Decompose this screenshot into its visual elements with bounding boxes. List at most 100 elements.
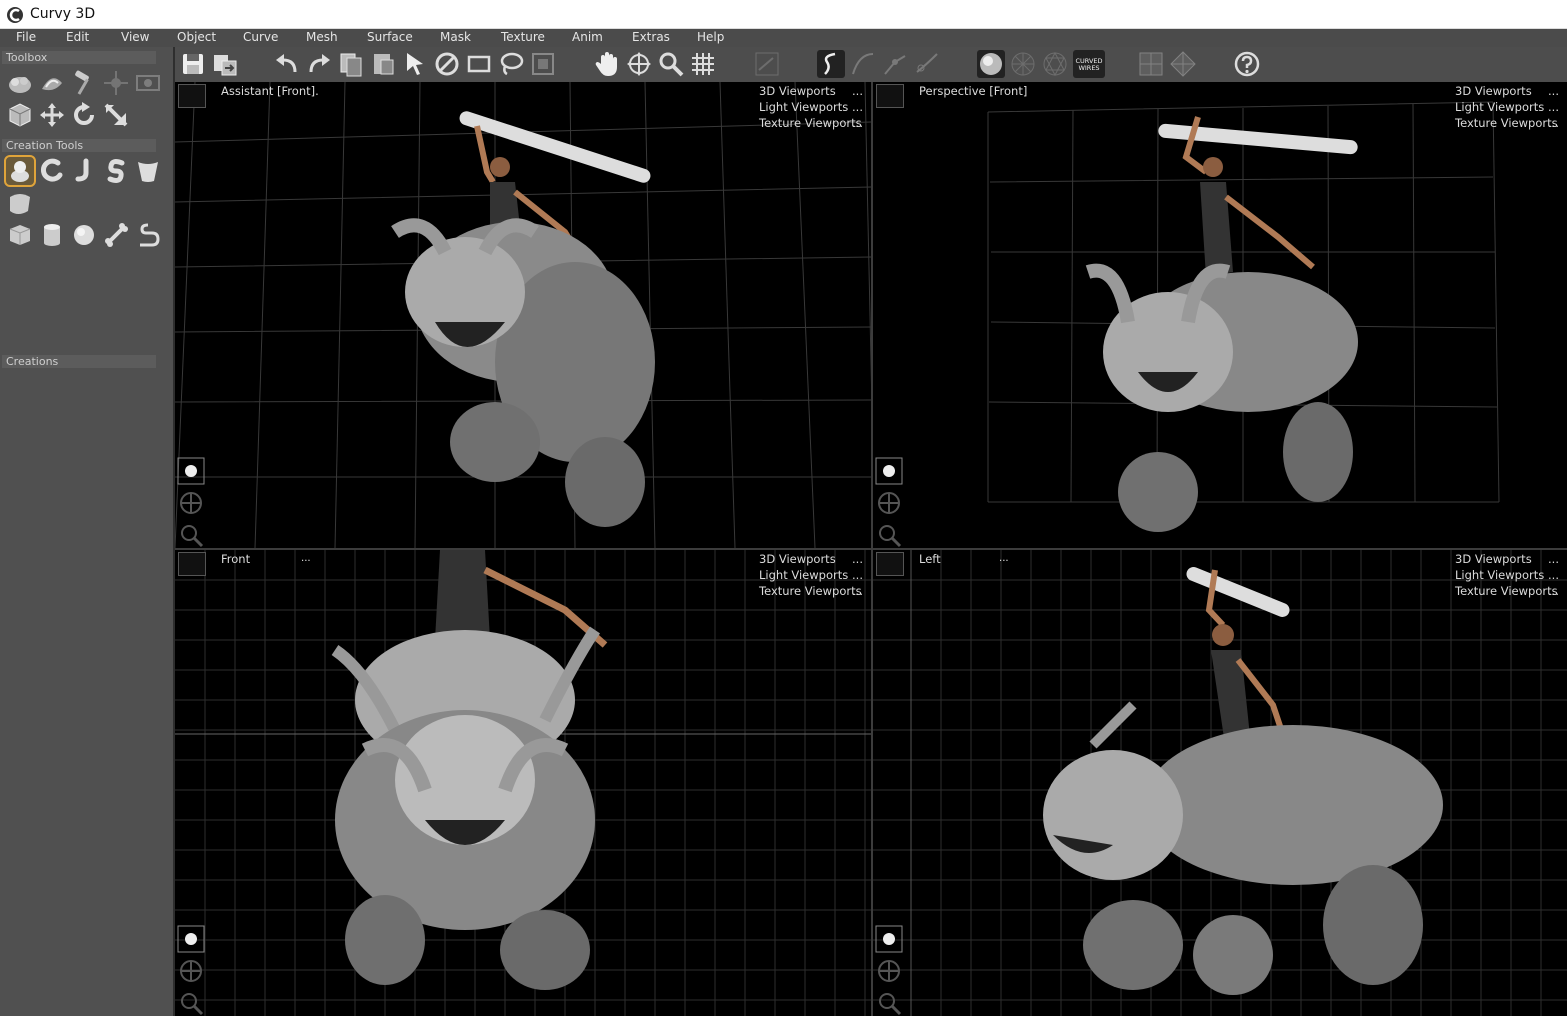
- zoom-icon[interactable]: [657, 50, 685, 78]
- deselect-icon[interactable]: [433, 50, 461, 78]
- option-light-viewports[interactable]: Light Viewports...: [759, 568, 863, 582]
- pan-hand-icon[interactable]: [593, 50, 621, 78]
- transform-tool-icon[interactable]: [102, 69, 130, 97]
- camera-zoom-icon[interactable]: [875, 521, 903, 548]
- option-3d-viewports[interactable]: 3D Viewports...: [759, 552, 863, 566]
- menu-view[interactable]: View: [121, 30, 149, 44]
- option-texture-viewports[interactable]: Texture Viewports...: [1455, 116, 1559, 130]
- cylinder-primitive-icon[interactable]: [38, 221, 66, 249]
- menu-mask[interactable]: Mask: [440, 30, 471, 44]
- toolbox-header: Toolbox: [2, 51, 156, 64]
- model-dragon-rider: [1085, 116, 1358, 532]
- option-texture-viewports[interactable]: Texture Viewports...: [1455, 584, 1559, 598]
- sculpt-tool-icon[interactable]: [6, 69, 34, 97]
- select-arrow-icon[interactable]: [401, 50, 429, 78]
- sheet-creation-tool-icon[interactable]: [6, 189, 34, 217]
- bent-tube-creation-tool-icon[interactable]: [70, 157, 98, 185]
- menu-help[interactable]: Help: [697, 30, 724, 44]
- undo-icon[interactable]: [273, 50, 301, 78]
- hook-primitive-icon[interactable]: [134, 221, 162, 249]
- menu-object[interactable]: Object: [177, 30, 216, 44]
- option-light-viewports[interactable]: Light Viewports...: [1455, 568, 1559, 582]
- curve-cut-icon[interactable]: [913, 50, 941, 78]
- viewport-front[interactable]: Front ... 3D Viewports... Light Viewport…: [175, 550, 871, 1016]
- lathe-creation-tool-icon[interactable]: [134, 157, 162, 185]
- mask-select-icon[interactable]: [529, 50, 557, 78]
- option-light-viewports[interactable]: Light Viewports...: [759, 100, 863, 114]
- viewport-menu-button[interactable]: [178, 84, 206, 108]
- shaded-view-icon[interactable]: [977, 50, 1005, 78]
- viewport-title-more[interactable]: ...: [301, 552, 311, 564]
- camera-orbit-icon[interactable]: [875, 957, 903, 985]
- redo-icon[interactable]: [305, 50, 333, 78]
- camera-orbit-icon[interactable]: [875, 489, 903, 517]
- menu-file[interactable]: File: [16, 30, 36, 44]
- viewport-assistant[interactable]: Assistant [Front]. 3D Viewports... Light…: [175, 82, 871, 548]
- curve-draw-icon[interactable]: [817, 50, 845, 78]
- copy-icon[interactable]: [337, 50, 365, 78]
- grid-toggle-icon[interactable]: [689, 50, 717, 78]
- camera-reset-icon[interactable]: [875, 925, 903, 953]
- curve-edit-icon[interactable]: [753, 50, 781, 78]
- viewport-title: Front: [221, 552, 251, 566]
- box-select-tool-icon[interactable]: [6, 101, 34, 129]
- rect-select-icon[interactable]: [465, 50, 493, 78]
- menu-curve[interactable]: Curve: [243, 30, 278, 44]
- bone-primitive-icon[interactable]: [102, 221, 130, 249]
- viewport-left[interactable]: Left ... 3D Viewports... Light Viewports…: [873, 550, 1567, 1016]
- wireframe-view-icon[interactable]: [1041, 50, 1069, 78]
- camera-reset-icon[interactable]: [177, 457, 205, 485]
- option-texture-viewports[interactable]: Texture Viewports...: [759, 116, 863, 130]
- viewport-menu-button[interactable]: [178, 552, 206, 576]
- paste-icon[interactable]: [369, 50, 397, 78]
- menu-extras[interactable]: Extras: [632, 30, 670, 44]
- orbit-icon[interactable]: [625, 50, 653, 78]
- viewport-title-more[interactable]: ...: [999, 552, 1009, 564]
- camera-reset-icon[interactable]: [177, 925, 205, 953]
- deform-tool-icon[interactable]: [38, 69, 66, 97]
- camera-orbit-icon[interactable]: [177, 957, 205, 985]
- camera-zoom-icon[interactable]: [875, 989, 903, 1016]
- menu-surface[interactable]: Surface: [367, 30, 413, 44]
- move-tool-icon[interactable]: [38, 101, 66, 129]
- save-as-icon[interactable]: [211, 50, 239, 78]
- option-3d-viewports[interactable]: 3D Viewports...: [1455, 84, 1559, 98]
- help-icon[interactable]: [1233, 50, 1261, 78]
- camera-zoom-icon[interactable]: [177, 989, 205, 1016]
- s-curve-creation-tool-icon[interactable]: [102, 157, 130, 185]
- curve-point-icon[interactable]: [881, 50, 909, 78]
- title-bar: Curvy 3D: [0, 0, 1567, 29]
- render-tool-icon[interactable]: [134, 69, 162, 97]
- single-view-icon[interactable]: [1169, 50, 1197, 78]
- option-3d-viewports[interactable]: 3D Viewports...: [1455, 552, 1559, 566]
- save-icon[interactable]: [179, 50, 207, 78]
- quad-view-icon[interactable]: [1137, 50, 1165, 78]
- viewport-title: Assistant [Front].: [221, 84, 319, 98]
- sphere-primitive-icon[interactable]: [70, 221, 98, 249]
- curve-smooth-icon[interactable]: [849, 50, 877, 78]
- hammer-tool-icon[interactable]: [70, 69, 98, 97]
- viewport-menu-button[interactable]: [876, 84, 904, 108]
- curl-creation-tool-icon[interactable]: [38, 157, 66, 185]
- option-light-viewports[interactable]: Light Viewports...: [1455, 100, 1559, 114]
- viewport-splitter-horizontal[interactable]: [175, 548, 1567, 550]
- left-panel: Toolbox Creation Tools Creations: [0, 47, 175, 1016]
- menu-texture[interactable]: Texture: [501, 30, 545, 44]
- option-texture-viewports[interactable]: Texture Viewports...: [759, 584, 863, 598]
- curved-wires-button[interactable]: CURVED WIRES: [1073, 50, 1105, 78]
- blob-creation-tool-icon[interactable]: [4, 155, 36, 187]
- viewport-perspective[interactable]: Perspective [Front] 3D Viewports... Ligh…: [873, 82, 1567, 548]
- viewport-menu-button[interactable]: [876, 552, 904, 576]
- wireframe-shaded-icon[interactable]: [1009, 50, 1037, 78]
- rotate-tool-icon[interactable]: [70, 101, 98, 129]
- lasso-select-icon[interactable]: [497, 50, 525, 78]
- camera-reset-icon[interactable]: [875, 457, 903, 485]
- menu-edit[interactable]: Edit: [66, 30, 89, 44]
- scale-tool-icon[interactable]: [102, 101, 130, 129]
- cube-primitive-icon[interactable]: [6, 221, 34, 249]
- menu-anim[interactable]: Anim: [572, 30, 603, 44]
- camera-zoom-icon[interactable]: [177, 521, 205, 548]
- menu-mesh[interactable]: Mesh: [306, 30, 338, 44]
- camera-orbit-icon[interactable]: [177, 489, 205, 517]
- option-3d-viewports[interactable]: 3D Viewports...: [759, 84, 863, 98]
